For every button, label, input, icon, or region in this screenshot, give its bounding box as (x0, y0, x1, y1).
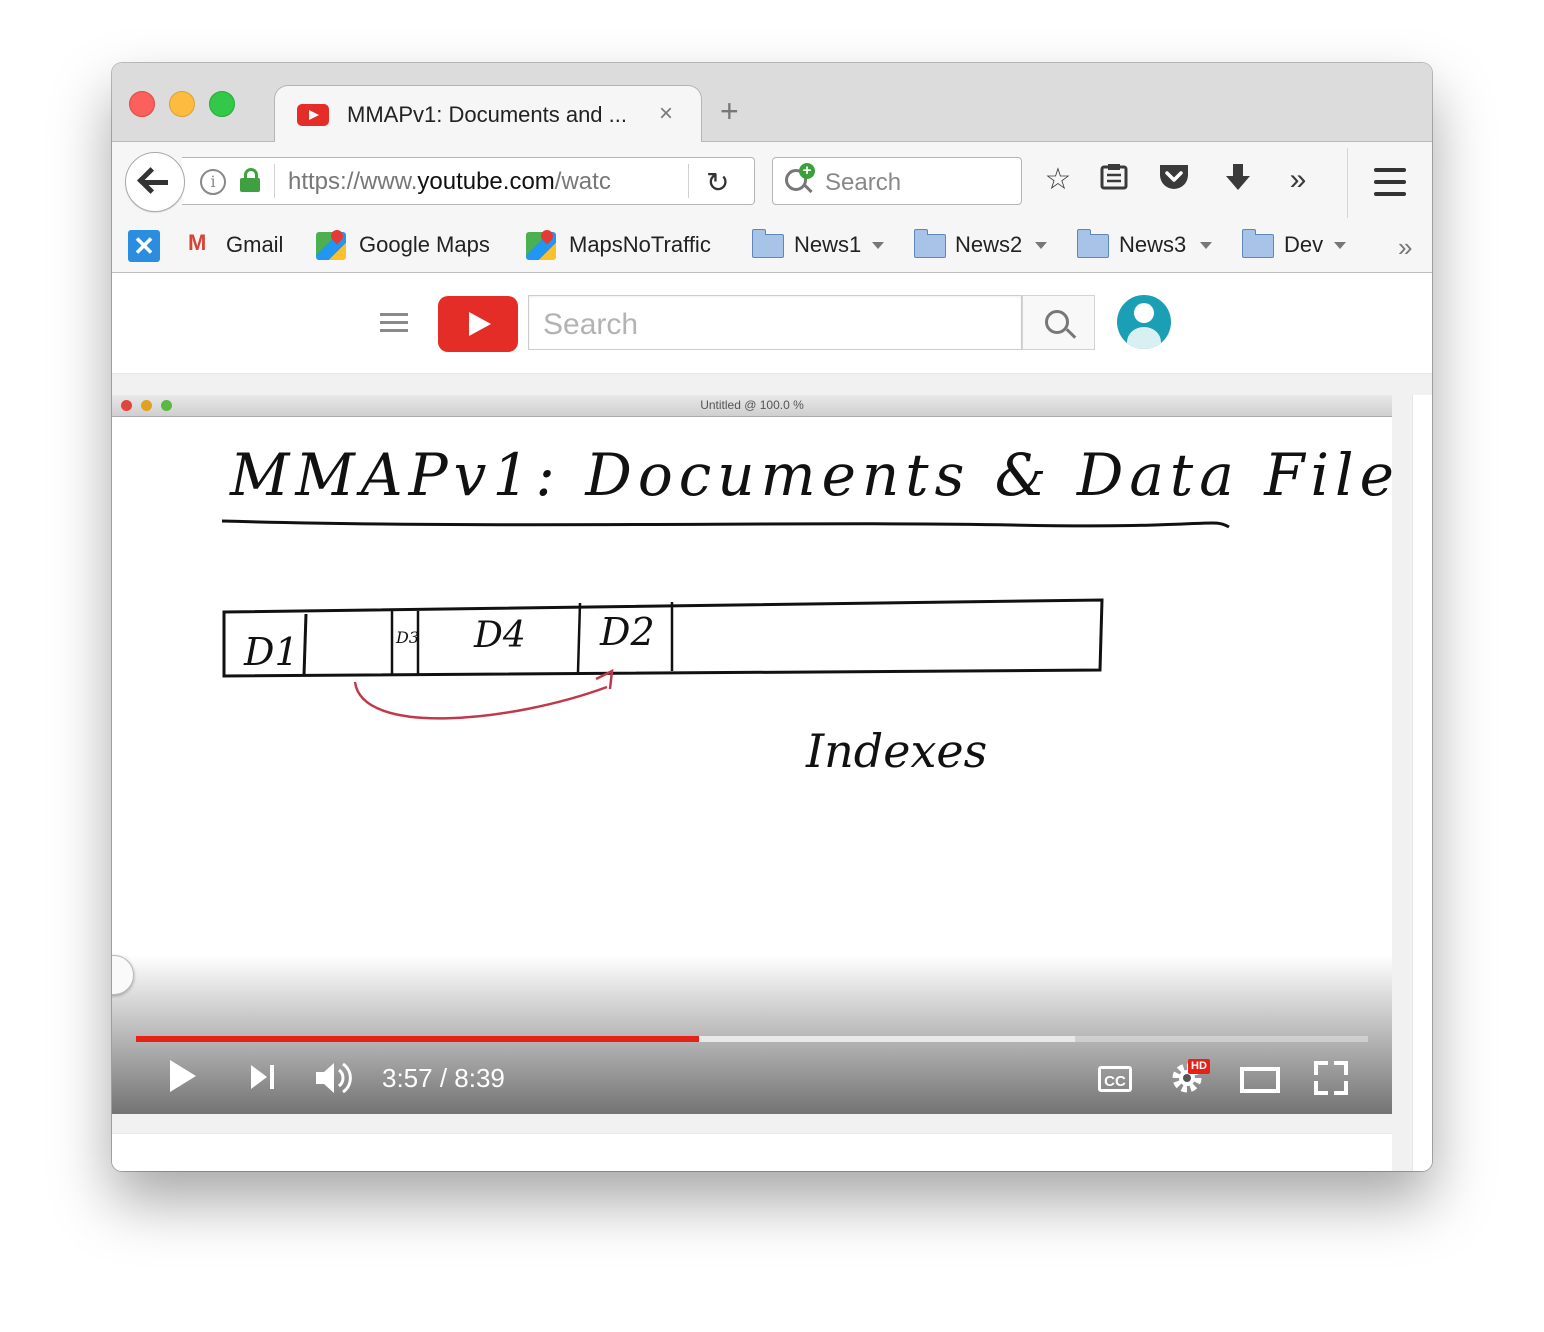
folder-icon (1242, 229, 1274, 258)
label-d4: D4 (473, 615, 526, 656)
nav-toolbar: i https://www.youtube.com/watc ↻ + Searc… (112, 142, 1432, 220)
play-button[interactable] (170, 1060, 196, 1092)
lock-icon[interactable] (240, 168, 260, 192)
chevron-down-icon (1334, 242, 1346, 249)
recorded-window-titlebar: Untitled @ 100.0 % (112, 395, 1392, 417)
progress-bar[interactable] (136, 1036, 1368, 1042)
bookmark-gmail[interactable]: M Gmail (186, 230, 296, 260)
time-display: 3:57 / 8:39 (382, 1063, 505, 1093)
youtube-search-input[interactable]: Search (528, 295, 1022, 350)
youtube-icon (297, 104, 329, 126)
gmail-icon: M (188, 230, 207, 255)
toolbar-separator (1347, 148, 1348, 218)
theater-mode-button[interactable] (1240, 1067, 1280, 1093)
recorded-window-title: Untitled @ 100.0 % (700, 398, 804, 412)
reading-list-icon[interactable] (1094, 162, 1134, 203)
video-player[interactable]: Untitled @ 100.0 % MMAPv1: Documents & D… (112, 395, 1392, 1114)
browser-search-placeholder: Search (825, 169, 902, 196)
youtube-masthead: Search (112, 273, 1432, 374)
bookmark-folder-news1[interactable]: News1 (752, 229, 892, 260)
star-icon[interactable]: ☆ (1038, 160, 1078, 200)
youtube-search-placeholder: Search (543, 308, 639, 341)
hd-badge: HD (1188, 1059, 1210, 1074)
url-bar[interactable]: i https://www.youtube.com/watc ↻ (182, 157, 755, 205)
tab-strip: MMAPv1: Documents and ... × + (112, 63, 1432, 144)
bookmarks-overflow-icon[interactable]: » (1398, 232, 1412, 263)
browser-search-box[interactable]: + Search (772, 157, 1022, 205)
pocket-icon[interactable] (1154, 162, 1194, 203)
youtube-search-button[interactable] (1022, 295, 1095, 350)
next-button[interactable] (251, 1065, 277, 1089)
label-d2: D2 (599, 610, 655, 654)
add-search-engine-icon: + (799, 163, 815, 179)
info-icon[interactable]: i (200, 169, 226, 195)
fullscreen-button[interactable] (1314, 1061, 1348, 1095)
search-icon (1045, 310, 1069, 334)
youtube-logo[interactable] (438, 296, 518, 352)
avatar[interactable] (1117, 295, 1171, 349)
back-button[interactable] (125, 152, 185, 212)
url-text[interactable]: https://www.youtube.com/watc (288, 168, 640, 196)
reload-separator (688, 164, 689, 198)
volume-icon[interactable] (314, 1061, 354, 1095)
tab-title: MMAPv1: Documents and ... (347, 102, 627, 127)
label-d1: D1 (243, 630, 299, 674)
bookmark-google-maps[interactable]: Google Maps (316, 230, 506, 260)
reload-icon[interactable]: ↻ (706, 166, 729, 199)
url-separator (274, 164, 275, 198)
maps-icon (316, 232, 346, 260)
chevron-down-icon (1035, 242, 1047, 249)
tab-close-icon[interactable]: × (659, 100, 673, 128)
folder-icon (752, 229, 784, 258)
bookmark-folder-dev[interactable]: Dev (1242, 229, 1352, 260)
bookmark-mapsnotraffic[interactable]: MapsNoTraffic (526, 230, 726, 260)
zoom-window-button[interactable] (209, 91, 235, 117)
bookmarks-bar: ✕ M Gmail Google Maps MapsNoTraffic News… (112, 220, 1432, 273)
progress-played (136, 1036, 700, 1042)
tab-active[interactable]: MMAPv1: Documents and ... × (274, 85, 702, 144)
browser-window: MMAPv1: Documents and ... × + i https://… (112, 63, 1432, 1171)
close-window-button[interactable] (129, 91, 155, 117)
chevron-down-icon (872, 242, 884, 249)
captions-button[interactable]: CC (1098, 1066, 1132, 1092)
label-indexes: Indexes (805, 724, 987, 778)
download-icon[interactable] (1218, 162, 1258, 203)
menu-icon[interactable] (1374, 168, 1406, 196)
video-info-card (112, 1133, 1392, 1171)
label-d3: D3 (395, 628, 419, 647)
bookmark-x-icon[interactable]: ✕ (128, 230, 160, 262)
folder-icon (914, 229, 946, 258)
maps-icon (526, 232, 556, 260)
guide-menu-icon[interactable] (380, 313, 408, 333)
folder-icon (1077, 229, 1109, 258)
bookmark-folder-news2[interactable]: News2 (914, 229, 1054, 260)
new-tab-button[interactable]: + (720, 95, 739, 127)
minimize-window-button[interactable] (169, 91, 195, 117)
chevron-down-icon (1200, 242, 1212, 249)
page-scrollbar[interactable] (1412, 395, 1432, 1171)
overflow-chevron-icon[interactable]: » (1278, 160, 1318, 200)
bookmark-folder-news3[interactable]: News3 (1077, 229, 1217, 260)
whiteboard-title: MMAPv1: Documents & Data Files (229, 441, 1392, 509)
